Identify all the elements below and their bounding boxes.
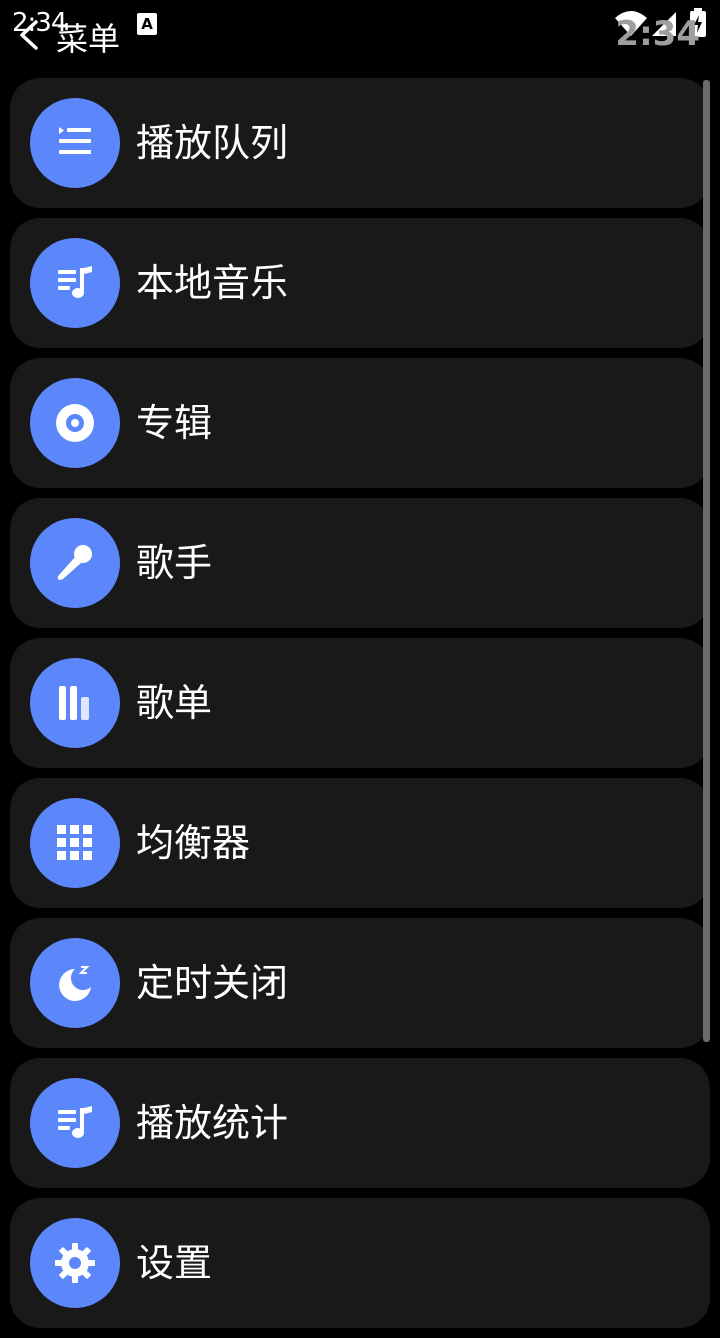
menu-item-label: 播放队列 — [136, 121, 289, 165]
clock-overlay: 2:34 — [615, 14, 700, 54]
menu-item-albums[interactable]: 专辑 — [10, 358, 710, 488]
album-disc-icon — [30, 378, 120, 468]
notification-app-icon: A — [137, 13, 157, 35]
status-bar: 2:34 菜单 A 2:34 — [0, 0, 720, 70]
menu-list: 播放队列 本地音乐 专辑 歌手 歌单 均衡器 定时关闭 播放统计 设置 — [10, 78, 710, 1338]
gear-icon — [30, 1218, 120, 1308]
equalizer-grid-icon — [30, 798, 120, 888]
playlist-bars-icon — [30, 658, 120, 748]
menu-item-label: 歌手 — [136, 541, 213, 585]
menu-item-artists[interactable]: 歌手 — [10, 498, 710, 628]
menu-item-play-queue[interactable]: 播放队列 — [10, 78, 710, 208]
menu-item-label: 均衡器 — [136, 821, 251, 865]
menu-item-label: 本地音乐 — [136, 261, 289, 305]
menu-item-local-music[interactable]: 本地音乐 — [10, 218, 710, 348]
menu-item-label: 专辑 — [136, 401, 213, 445]
menu-item-label: 设置 — [136, 1241, 213, 1285]
queue-list-icon — [30, 98, 120, 188]
menu-item-play-stats[interactable]: 播放统计 — [10, 1058, 710, 1188]
menu-item-playlists[interactable]: 歌单 — [10, 638, 710, 768]
music-library-icon — [30, 238, 120, 328]
menu-item-settings[interactable]: 设置 — [10, 1198, 710, 1328]
page-title: 菜单 — [56, 20, 121, 58]
menu-item-sleep-timer[interactable]: 定时关闭 — [10, 918, 710, 1048]
sleep-moon-icon — [30, 938, 120, 1028]
play-stats-icon — [30, 1078, 120, 1168]
svg-text:A: A — [141, 15, 153, 33]
microphone-icon — [30, 518, 120, 608]
menu-item-label: 播放统计 — [136, 1101, 289, 1145]
menu-item-label: 歌单 — [136, 681, 213, 725]
menu-item-label: 定时关闭 — [136, 961, 289, 1005]
scrollbar[interactable] — [703, 80, 710, 1042]
menu-item-equalizer[interactable]: 均衡器 — [10, 778, 710, 908]
